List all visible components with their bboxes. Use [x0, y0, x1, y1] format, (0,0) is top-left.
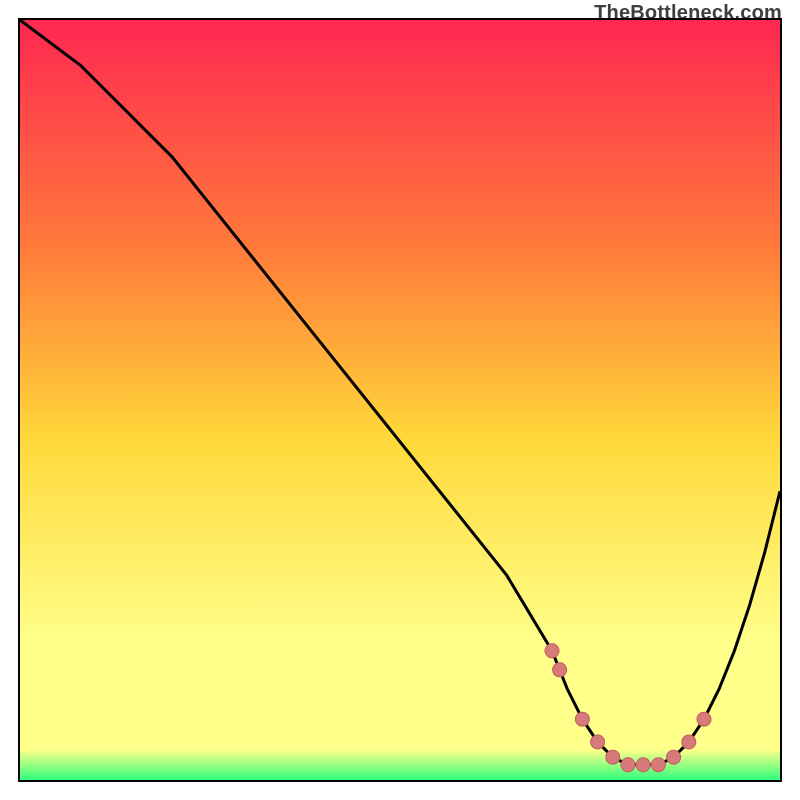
plot-area [18, 18, 782, 782]
curve-marker [621, 758, 635, 772]
curve-marker [606, 750, 620, 764]
curve-marker [545, 644, 559, 658]
curve-marker [553, 663, 567, 677]
gradient-background [20, 20, 780, 780]
plot-svg [20, 20, 780, 780]
curve-marker [636, 758, 650, 772]
curve-marker [682, 735, 696, 749]
chart-stage: TheBottleneck.com [0, 0, 800, 800]
curve-marker [575, 712, 589, 726]
curve-marker [667, 750, 681, 764]
curve-marker [651, 758, 665, 772]
curve-marker [697, 712, 711, 726]
curve-marker [591, 735, 605, 749]
